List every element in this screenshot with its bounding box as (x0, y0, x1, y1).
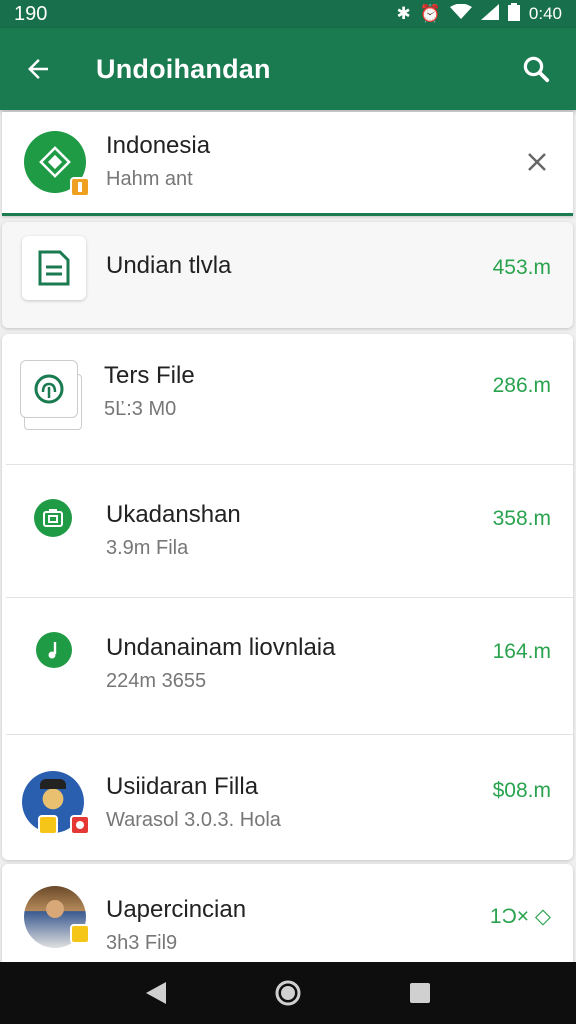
back-button[interactable] (0, 28, 76, 110)
back-arrow-icon (28, 59, 48, 79)
file-list-card: Ters File 5Ľ:3 M0 286.m Ukadanshan 3.9m … (2, 334, 573, 860)
item-size: 358.m (492, 507, 551, 530)
list-item[interactable]: Uapercincian 3h3 Fil9 1Ɔ× ◇ (2, 864, 573, 974)
document-icon (38, 250, 70, 286)
close-icon (528, 153, 546, 171)
list-item[interactable]: Undanainam liovnlaia 224m 3655 164.m (2, 598, 573, 734)
wifi-icon (449, 3, 472, 25)
orange-badge-icon (70, 177, 90, 197)
cloud-icon (34, 374, 64, 404)
camera-icon (43, 509, 63, 527)
item-size: 1Ɔ× ◇ (489, 905, 551, 928)
header-subtitle: Hahm ant (106, 168, 193, 190)
search-button[interactable] (496, 28, 576, 110)
item-text: Ukadanshan 3.9m Fila (106, 501, 241, 560)
nav-home-icon (275, 980, 301, 1006)
item-text: Ters File 5Ľ:3 M0 (104, 362, 195, 421)
header-card[interactable]: Indonesia Hahm ant (2, 112, 573, 216)
item-title: Undian tlvla (106, 252, 232, 279)
item-size: 453.m (492, 256, 551, 279)
item-size: 286.m (492, 374, 551, 397)
status-time-right: 0:40 (528, 4, 562, 23)
item-subtitle: 5Ľ:3 M0 (104, 398, 177, 420)
item-title: Undanainam liovnlaia (106, 634, 336, 661)
app-logo (24, 131, 90, 197)
yellow-badge-icon (70, 924, 90, 944)
bluetooth-icon: ✱ (396, 4, 411, 23)
status-icons: ✱ ⏰ 0:40 (396, 2, 562, 26)
document-tile (22, 236, 86, 300)
close-button[interactable] (519, 144, 555, 180)
nav-home-button[interactable] (258, 962, 318, 1024)
navigation-bar (0, 962, 576, 1024)
item-subtitle: Warasol 3.0.3. Hola (106, 809, 281, 831)
item-title: Ukadanshan (106, 501, 241, 528)
list-item[interactable]: Ters File 5Ľ:3 M0 286.m (2, 334, 573, 464)
avatar (24, 886, 90, 948)
list-item[interactable]: Undian tlvla 453.m (2, 222, 573, 328)
header-title: Indonesia (106, 132, 211, 159)
item-subtitle: 3h3 Fil9 (106, 932, 178, 954)
page-title: Undoihandan (96, 53, 271, 84)
nav-recents-button[interactable] (390, 962, 450, 1024)
avatar (22, 771, 90, 835)
item-size: 164.m (492, 640, 551, 663)
app-bar: Undoihandan (0, 28, 576, 110)
nav-back-button[interactable] (126, 962, 186, 1024)
camera-icon-circle (34, 499, 72, 537)
list-item[interactable]: Ukadanshan 3.9m Fila 358.m (2, 465, 573, 597)
alarm-icon: ⏰ (419, 4, 441, 23)
item-title: Uapercincian (106, 896, 247, 923)
status-time-left: 190 (14, 2, 48, 25)
item-subtitle: 3.9m Fila (106, 537, 189, 559)
item-text: Usiidaran Filla Warasol 3.0.3. Hola (106, 773, 281, 832)
header-text: Indonesia Hahm ant (106, 132, 210, 191)
search-icon (523, 56, 550, 83)
nav-back-icon (146, 982, 166, 1004)
item-text: Uapercincian 3h3 Fil9 (106, 896, 246, 955)
music-icon (48, 642, 57, 659)
red-badge-icon (70, 815, 90, 835)
battery-icon (507, 2, 520, 26)
item-title: Usiidaran Filla (106, 773, 259, 800)
yellow-badge-icon (38, 815, 58, 835)
nav-recents-icon (410, 983, 430, 1003)
item-subtitle: 224m 3655 (106, 670, 207, 692)
cloud-tile (20, 360, 82, 430)
status-bar: 190 ✱ ⏰ 0:40 (0, 0, 576, 28)
music-icon-circle (36, 632, 72, 668)
item-text: Undanainam liovnlaia 224m 3655 (106, 634, 335, 693)
item-size: $08.m (492, 779, 551, 802)
diamond-logo-icon (39, 146, 71, 178)
item-title: Ters File (104, 362, 195, 389)
list-item[interactable]: Usiidaran Filla Warasol 3.0.3. Hola $08.… (2, 735, 573, 860)
signal-icon (480, 3, 499, 25)
